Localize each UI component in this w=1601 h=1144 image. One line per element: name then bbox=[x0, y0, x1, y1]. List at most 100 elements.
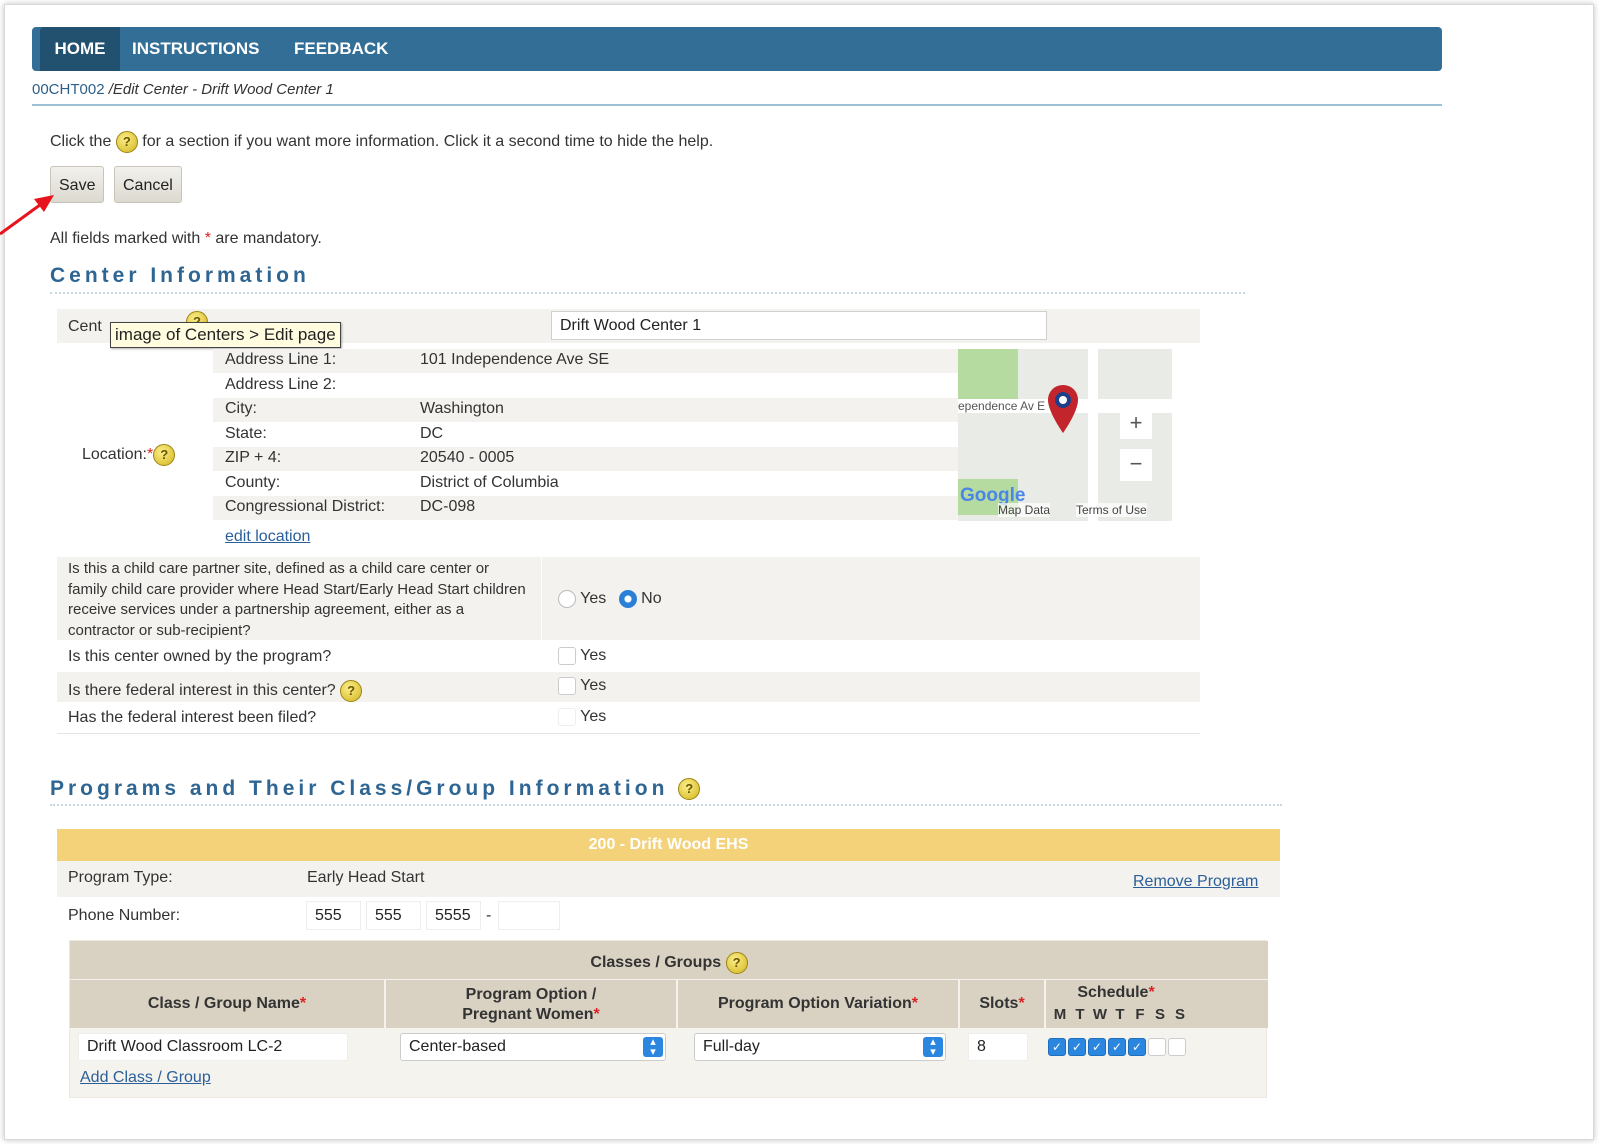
remove-program-link[interactable]: Remove Program bbox=[1133, 873, 1258, 891]
cancel-button[interactable]: Cancel bbox=[114, 166, 182, 203]
owned-option: Yes bbox=[558, 647, 606, 665]
schedule-day-checkbox[interactable]: ✓ bbox=[1108, 1038, 1126, 1056]
phone-area-input[interactable]: 555 bbox=[306, 901, 361, 930]
col-class-name: Class / Group Name* bbox=[70, 980, 384, 1028]
map-zoom-out[interactable]: − bbox=[1120, 449, 1152, 481]
col-schedule: Schedule* MTWTFSS bbox=[1046, 980, 1268, 1028]
address-row-shade bbox=[213, 398, 958, 422]
center-name-input[interactable]: Drift Wood Center 1 bbox=[551, 311, 1047, 340]
col-option-variation: Program Option Variation* bbox=[678, 980, 958, 1028]
map-data-link[interactable]: Map Data bbox=[998, 503, 1051, 517]
mandatory-note: All fields marked with * are mandatory. bbox=[50, 230, 322, 248]
center-info-title: Center Information bbox=[50, 264, 310, 287]
program-option-select[interactable]: Center-based ▴ ▾ bbox=[400, 1033, 666, 1061]
col-class-name-label: Class / Group Name bbox=[147, 995, 300, 1012]
breadcrumb-current: /Edit Center - Drift Wood Center 1 bbox=[104, 81, 334, 98]
map-terms-link[interactable]: Terms of Use bbox=[1076, 503, 1147, 517]
interest-filed-checkbox[interactable] bbox=[558, 708, 576, 726]
schedule-day-checkbox[interactable] bbox=[1168, 1038, 1186, 1056]
select-arrows-icon: ▴ ▾ bbox=[643, 1037, 663, 1058]
location-label-text: Location: bbox=[82, 446, 147, 464]
option-variation-select[interactable]: Full-day ▴ ▾ bbox=[694, 1033, 946, 1061]
schedule-day-checkbox[interactable]: ✓ bbox=[1088, 1038, 1106, 1056]
class-name-input[interactable]: Drift Wood Classroom LC-2 bbox=[78, 1033, 348, 1061]
schedule-checkboxes: ✓ ✓ ✓ ✓ ✓ bbox=[1048, 1038, 1188, 1056]
state-label: State: bbox=[225, 425, 267, 442]
zip-value: 20540 - 0005 bbox=[420, 449, 515, 466]
classes-header: Classes / Groups ? bbox=[70, 941, 1268, 979]
program-type-label: Program Type: bbox=[68, 869, 173, 886]
federal-interest-question: Is there federal interest in this center… bbox=[68, 680, 363, 702]
mandatory-text: All fields marked with bbox=[50, 230, 205, 247]
map-zoom-in[interactable]: + bbox=[1120, 407, 1152, 439]
schedule-day-letter: M bbox=[1053, 1006, 1067, 1023]
programs-help-icon[interactable]: ? bbox=[678, 778, 701, 801]
federal-interest-option: Yes bbox=[558, 677, 606, 695]
schedule-day-checkbox[interactable]: ✓ bbox=[1068, 1038, 1086, 1056]
classes-help-icon[interactable]: ? bbox=[725, 951, 748, 974]
edit-location-link[interactable]: edit location bbox=[225, 528, 310, 546]
nav-feedback[interactable]: FEEDBACK bbox=[294, 27, 388, 71]
section-divider bbox=[50, 804, 1282, 806]
classes-table: Classes / Groups ? Class / Group Name* P… bbox=[69, 940, 1268, 1098]
state-value: DC bbox=[420, 425, 444, 442]
col-option-variation-label: Program Option Variation bbox=[717, 995, 912, 1012]
help-text-after: for a section if you want more informati… bbox=[137, 133, 714, 151]
address-line2-label: Address Line 2: bbox=[225, 376, 337, 393]
map-road-vertical bbox=[1088, 349, 1098, 521]
owned-question: Is this center owned by the program? bbox=[68, 648, 332, 665]
schedule-day-letter: S bbox=[1174, 1006, 1185, 1023]
district-value: DC-098 bbox=[420, 498, 476, 515]
help-text-before: Click the bbox=[50, 133, 116, 151]
location-label: Location:*? bbox=[82, 444, 176, 466]
schedule-day-letter: S bbox=[1154, 1006, 1165, 1023]
location-map[interactable]: ependence Av E + − Google Map Data Terms… bbox=[958, 349, 1172, 521]
schedule-day-checkbox[interactable] bbox=[1148, 1038, 1166, 1056]
col-program-option-line1: Program Option / bbox=[465, 986, 597, 1003]
center-name-label: Cent bbox=[68, 318, 102, 335]
schedule-day-checkbox[interactable]: ✓ bbox=[1128, 1038, 1146, 1056]
breadcrumb: 00CHT002 /Edit Center - Drift Wood Cente… bbox=[32, 81, 334, 98]
classes-title: Classes / Groups bbox=[590, 954, 722, 971]
owned-yes-checkbox[interactable] bbox=[558, 647, 576, 665]
schedule-day-letters: MTWTFSS bbox=[1050, 1006, 1190, 1023]
option-variation-value: Full-day bbox=[703, 1038, 760, 1055]
add-class-link[interactable]: Add Class / Group bbox=[80, 1069, 211, 1087]
breadcrumb-divider bbox=[32, 104, 1442, 106]
interest-filed-yes-label: Yes bbox=[580, 708, 607, 726]
federal-interest-yes-label: Yes bbox=[580, 677, 607, 695]
program-option-value: Center-based bbox=[409, 1038, 506, 1055]
phone-prefix-input[interactable]: 555 bbox=[366, 901, 421, 930]
phone-ext-input[interactable] bbox=[498, 901, 560, 930]
col-program-option: Program Option / Pregnant Women* bbox=[386, 980, 676, 1028]
help-instructions: Click the ? for a section if you want mo… bbox=[50, 131, 713, 153]
schedule-day-letter: W bbox=[1092, 1006, 1108, 1023]
partner-no-radio[interactable] bbox=[618, 590, 637, 608]
address-line1-value: 101 Independence Ave SE bbox=[420, 351, 610, 368]
owned-yes-label: Yes bbox=[580, 647, 607, 665]
red-arrow-annotation bbox=[0, 195, 54, 236]
federal-interest-help-icon[interactable]: ? bbox=[340, 680, 363, 702]
partner-site-options: Yes No bbox=[558, 590, 662, 608]
row-divider bbox=[57, 733, 1200, 734]
slots-input[interactable]: 8 bbox=[968, 1033, 1028, 1061]
partner-yes-label: Yes bbox=[580, 590, 607, 608]
partner-yes-radio[interactable] bbox=[558, 590, 576, 608]
help-bubble-icon: ? bbox=[115, 131, 138, 153]
col-slots: Slots* bbox=[960, 980, 1044, 1028]
schedule-day-checkbox[interactable]: ✓ bbox=[1048, 1038, 1066, 1056]
nav-home[interactable]: HOME bbox=[40, 27, 120, 71]
map-street-label: ependence Av E bbox=[958, 399, 1046, 413]
tooltip-image-caption: image of Centers > Edit page bbox=[110, 322, 341, 348]
location-help-icon[interactable]: ? bbox=[153, 444, 176, 466]
interest-filed-option: Yes bbox=[558, 708, 606, 726]
program-header: 200 - Drift Wood EHS bbox=[57, 829, 1280, 861]
save-button[interactable]: Save bbox=[50, 166, 105, 203]
phone-line-input[interactable]: 5555 bbox=[426, 901, 481, 930]
city-label: City: bbox=[225, 400, 257, 417]
phone-label: Phone Number: bbox=[68, 907, 181, 924]
breadcrumb-code[interactable]: 00CHT002 bbox=[32, 81, 105, 98]
section-divider bbox=[50, 292, 1245, 294]
federal-interest-checkbox[interactable] bbox=[558, 677, 576, 695]
nav-instructions[interactable]: INSTRUCTIONS bbox=[132, 27, 260, 71]
